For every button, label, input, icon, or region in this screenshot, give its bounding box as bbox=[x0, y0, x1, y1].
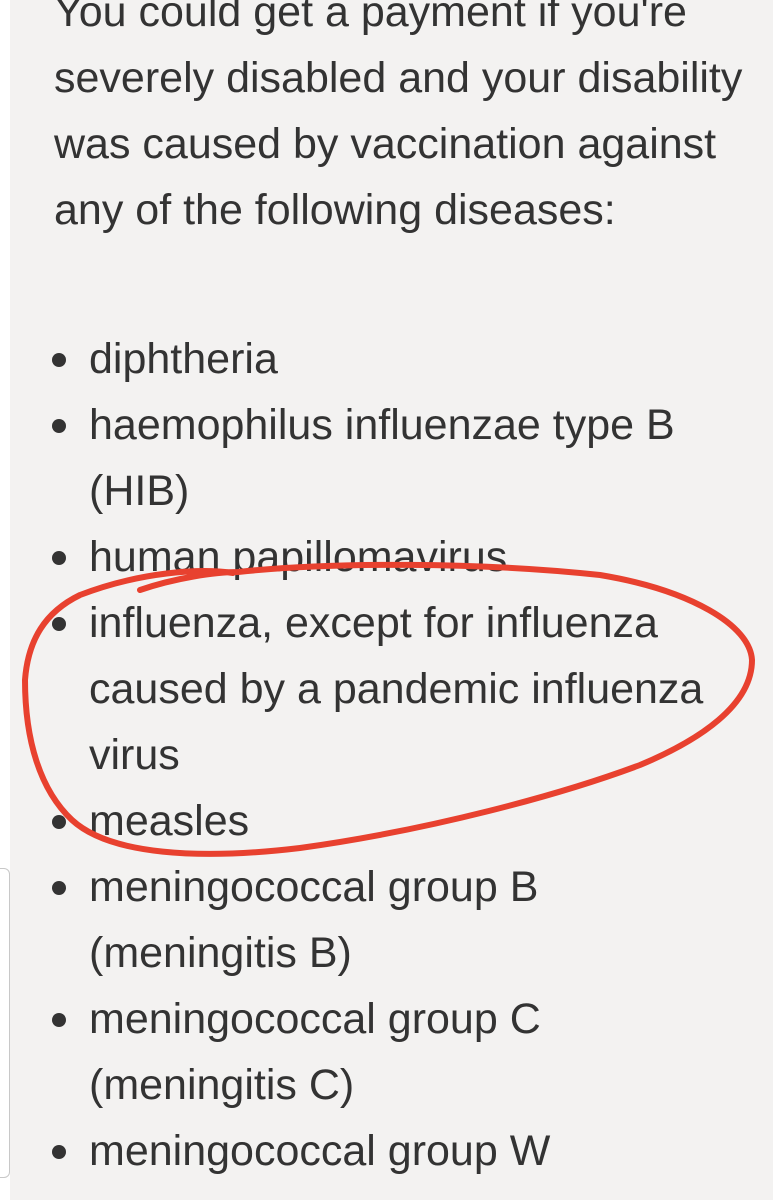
bullet-icon bbox=[52, 551, 66, 565]
list-item-meningitis-b: meningococcal group B (meningitis B) bbox=[0, 854, 739, 986]
list-item-text: human papillomavirus bbox=[89, 533, 508, 581]
bullet-icon bbox=[52, 1145, 66, 1159]
bullet-icon bbox=[52, 419, 66, 433]
bullet-icon bbox=[52, 881, 66, 895]
list-item-hib: haemophilus influenzae type B (HIB) bbox=[0, 392, 739, 524]
list-item-hpv: human papillomavirus bbox=[0, 524, 739, 590]
list-item-text: meningococcal group C (meningitis C) bbox=[89, 995, 541, 1109]
list-item-diphtheria: diphtheria bbox=[0, 326, 739, 392]
bullet-icon bbox=[52, 617, 66, 631]
list-item-text: diphtheria bbox=[89, 335, 278, 383]
list-item-text: haemophilus influenzae type B (HIB) bbox=[89, 401, 675, 515]
bullet-icon bbox=[52, 815, 66, 829]
list-item-text: meningococcal group W (meningitis W) bbox=[89, 1127, 551, 1200]
list-item-measles: measles bbox=[0, 788, 739, 854]
bullet-icon bbox=[52, 353, 66, 367]
intro-paragraph: You could get a payment if you're severe… bbox=[54, 0, 743, 234]
list-item-text: measles bbox=[89, 797, 250, 845]
list-item-text: influenza, except for influenza caused b… bbox=[89, 599, 704, 779]
screenshot-page: You could get a payment if you're severe… bbox=[0, 0, 773, 1200]
disease-list: diphtheria haemophilus influenzae type B… bbox=[0, 326, 739, 1200]
list-item-influenza: influenza, except for influenza caused b… bbox=[0, 590, 739, 788]
list-item-meningitis-c: meningococcal group C (meningitis C) bbox=[0, 986, 739, 1118]
list-item-text: meningococcal group B (meningitis B) bbox=[89, 863, 539, 977]
list-item-meningitis-w: meningococcal group W (meningitis W) bbox=[0, 1118, 739, 1200]
bullet-icon bbox=[52, 1013, 66, 1027]
